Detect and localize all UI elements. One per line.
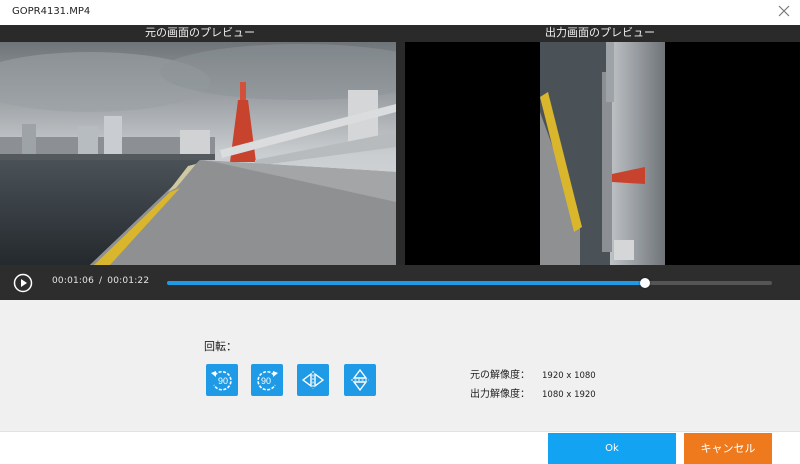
output-preview-label: 出力画面のプレビュー [545,26,655,39]
original-preview-video [0,42,396,265]
window-title: GOPR4131.MP4 [12,6,91,17]
rotate-right-90-button[interactable]: 90 [251,364,283,396]
play-icon[interactable] [13,273,33,293]
cancel-button[interactable]: キャンセル [684,433,772,464]
time-separator: / [99,276,103,286]
dialog-footer: Ok キャンセル [0,431,800,464]
flip-horizontal-icon [301,371,325,389]
seek-bar-handle[interactable] [639,278,650,288]
current-time: 00:01:06 [52,276,95,286]
total-time: 00:01:22 [107,276,150,286]
rotate-ccw-90-icon: 90 [211,370,232,391]
original-resolution-label: 元の解像度： [470,370,530,381]
original-resolution-value: 1920 x 1080 [542,371,596,381]
rotate-cw-90-icon: 90 [257,370,278,391]
rotate-left-90-text: 90 [218,376,228,386]
playback-controls: 00:01:06 / 00:01:22 [0,265,800,300]
original-resolution-row: 元の解像度： 1920 x 1080 [470,366,596,381]
output-resolution-value: 1080 x 1920 [542,390,596,400]
rotate-right-90-text: 90 [261,376,271,386]
time-display: 00:01:06 / 00:01:22 [52,276,149,286]
output-resolution-label: 出力解像度： [470,389,530,400]
seek-bar[interactable] [167,278,772,288]
close-icon[interactable] [776,3,792,19]
seek-bar-progress [167,281,645,285]
rotation-label: 回転： [204,340,237,353]
title-bar: GOPR4131.MP4 [0,0,800,25]
output-resolution-row: 出力解像度： 1080 x 1920 [470,385,596,400]
flip-vertical-icon [351,368,369,392]
settings-panel: 回転： 90 90 元の解像度： 1920 x 1080 出力解像度： 1080… [0,300,800,431]
flip-vertical-button[interactable] [344,364,376,396]
original-preview-label: 元の画面のプレビュー [145,26,255,39]
ok-button[interactable]: Ok [548,433,676,464]
output-preview-video [405,42,800,265]
rotate-left-90-button[interactable]: 90 [206,364,238,396]
flip-horizontal-button[interactable] [297,364,329,396]
preview-area: 元の画面のプレビュー 出力画面のプレビュー [0,25,800,265]
